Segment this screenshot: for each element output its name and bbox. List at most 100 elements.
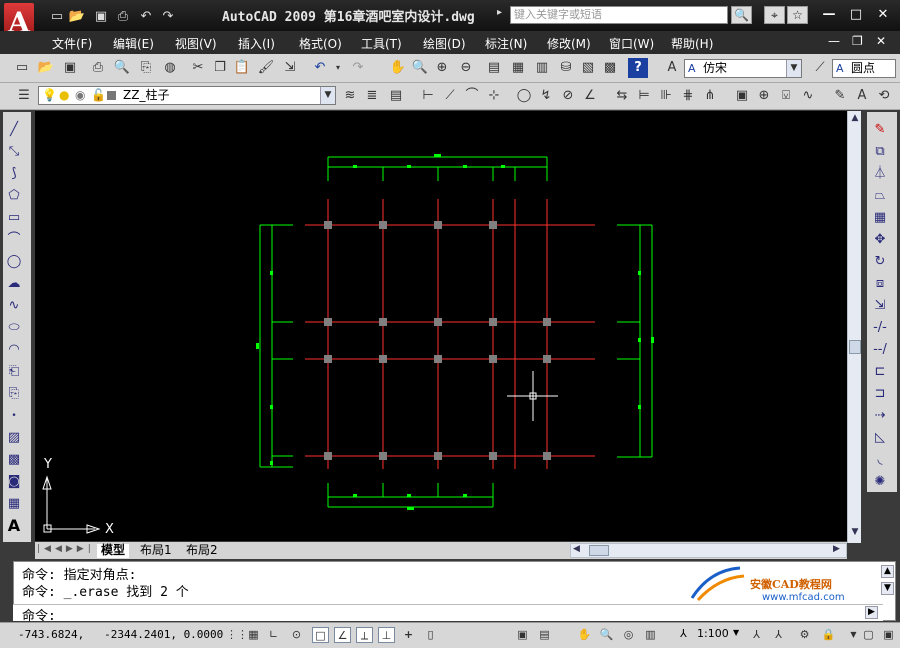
dynamic-input-icon[interactable]: ⊥ — [378, 627, 395, 643]
angular-dimension-icon[interactable]: ∠ — [580, 86, 600, 106]
menu-view[interactable]: 视图(V) — [175, 35, 217, 52]
aligned-dimension-icon[interactable]: ⟋ — [440, 86, 460, 106]
dimension-update-icon[interactable]: ⟲ — [874, 86, 894, 106]
vertical-scrollbar[interactable]: ▲ ▼ — [847, 111, 861, 543]
gradient-icon[interactable]: ▩ — [4, 450, 24, 470]
snap-mode-icon[interactable]: ⋮⋮ — [226, 627, 248, 643]
center-mark-icon[interactable]: ⊕ — [754, 86, 774, 106]
expand-arrow-icon[interactable]: ▸ — [497, 7, 502, 18]
trim-icon[interactable]: -/- — [870, 318, 890, 338]
menu-draw[interactable]: 绘图(D) — [423, 35, 466, 52]
ortho-mode-icon[interactable]: ∟ — [265, 627, 282, 643]
copy-object-icon[interactable]: ⧉ — [870, 142, 890, 162]
status-extra-icon[interactable]: ▣ — [880, 627, 897, 643]
search-icon[interactable]: 🔍 — [731, 6, 752, 24]
grid-display-icon[interactable]: ▦ — [245, 627, 262, 643]
text-style-select[interactable]: A 仿宋 ▼ — [684, 59, 802, 78]
arc-length-icon[interactable]: ⌒ — [462, 86, 482, 106]
toolbar-lock-icon[interactable]: 🔒 — [820, 627, 837, 643]
array-icon[interactable]: ▦ — [870, 208, 890, 228]
text-style-icon[interactable]: A — [662, 58, 682, 78]
layer-color-swatch[interactable] — [107, 91, 116, 100]
ellipse-icon[interactable]: ⬭ — [4, 318, 24, 338]
circle-icon[interactable]: ◯ — [4, 252, 24, 272]
markup-icon[interactable]: ▧ — [578, 58, 598, 78]
scroll-right-icon[interactable]: ▶ — [833, 544, 840, 554]
join-icon[interactable]: ⇢ — [870, 406, 890, 426]
redo-icon[interactable]: ↷ — [159, 9, 177, 25]
make-layer-current-icon[interactable]: ≋ — [340, 86, 360, 106]
make-block-icon[interactable]: ⎘ — [4, 384, 24, 404]
break-at-point-icon[interactable]: ⊏ — [870, 362, 890, 382]
cmd-scroll-down-icon[interactable]: ▼ — [881, 582, 894, 595]
dimension-edit-icon[interactable]: ✎ — [830, 86, 850, 106]
cursor-coordinates[interactable]: -743.6824, -2344.2401, 0.0000 — [18, 628, 223, 641]
design-center-icon[interactable]: ▦ — [508, 58, 528, 78]
table-icon[interactable]: ▦ — [4, 494, 24, 514]
move-icon[interactable]: ✥ — [870, 230, 890, 250]
help-search-input[interactable]: 键入关键字或短语 — [510, 6, 728, 24]
layer-previous-icon[interactable]: ≣ — [362, 86, 382, 106]
menu-insert[interactable]: 插入(I) — [238, 35, 275, 52]
ordinate-dimension-icon[interactable]: ⊹ — [484, 86, 504, 106]
undo-icon[interactable]: ↶ — [310, 58, 330, 78]
lineweight-icon[interactable]: + — [400, 627, 417, 643]
dim-style-icon[interactable]: ⟋ — [810, 58, 830, 78]
explode-icon[interactable]: ✺ — [870, 472, 890, 492]
chevron-down-icon[interactable]: ▼ — [320, 87, 335, 104]
diameter-dimension-icon[interactable]: ⊘ — [558, 86, 578, 106]
linear-dimension-icon[interactable]: ⊢ — [418, 86, 438, 106]
auto-scale-icon[interactable]: ⅄ — [770, 627, 787, 643]
object-snap-icon[interactable]: □ — [312, 627, 329, 643]
revision-cloud-icon[interactable]: ☁ — [4, 274, 24, 294]
block-editor-icon[interactable]: ⇲ — [280, 58, 300, 78]
scroll-left-icon[interactable]: ◀ — [573, 544, 580, 554]
redo-icon[interactable]: ↷ — [348, 58, 368, 78]
zoom-status-icon[interactable]: 🔍 — [598, 627, 615, 643]
window-minimize-button[interactable]: — — [818, 6, 840, 24]
layer-vp-freeze-icon[interactable]: ◉ — [75, 87, 85, 104]
break-icon[interactable]: ⊐ — [870, 384, 890, 404]
arc-icon[interactable]: ⌒ — [4, 230, 24, 250]
save-icon[interactable]: ▣ — [60, 58, 80, 78]
workspace-switching-icon[interactable]: ⚙ — [796, 627, 813, 643]
ellipse-arc-icon[interactable]: ◠ — [4, 340, 24, 360]
scroll-up-icon[interactable]: ▲ — [849, 113, 861, 125]
scale-icon[interactable]: ⧈ — [870, 274, 890, 294]
showmotion-icon[interactable]: ▥ — [642, 627, 659, 643]
layer-freeze-sun-icon[interactable]: ● — [59, 87, 69, 104]
tab-layout2[interactable]: 布局2 — [186, 544, 218, 558]
chamfer-icon[interactable]: ◺ — [870, 428, 890, 448]
polygon-icon[interactable]: ⬠ — [4, 186, 24, 206]
cmd-scroll-up-icon[interactable]: ▲ — [881, 565, 894, 578]
quick-view-layouts-icon[interactable]: ▤ — [536, 627, 553, 643]
dynamic-ucs-icon[interactable]: ⟂ — [356, 627, 373, 643]
tab-model[interactable]: 模型 — [97, 544, 130, 558]
open-icon[interactable]: 📂 — [36, 58, 56, 78]
help-icon[interactable]: ? — [628, 58, 648, 78]
menu-tools[interactable]: 工具(T) — [361, 35, 402, 52]
zoom-window-icon[interactable]: ⊕ — [432, 58, 452, 78]
chevron-down-icon[interactable]: ▼ — [786, 60, 801, 77]
communication-center-icon[interactable]: ⌖ — [764, 6, 785, 24]
scroll-down-icon[interactable]: ▼ — [849, 527, 861, 539]
baseline-dimension-icon[interactable]: ⊨ — [634, 86, 654, 106]
layer-select[interactable]: 💡 ● ◉ 🔓 ZZ_柱子 ▼ — [38, 86, 336, 105]
menu-modify[interactable]: 修改(M) — [547, 35, 591, 52]
doc-minimize-button[interactable]: — — [828, 34, 840, 48]
rectangle-icon[interactable]: ▭ — [4, 208, 24, 228]
point-icon[interactable]: • — [4, 406, 24, 426]
polyline-icon[interactable]: ⟆ — [4, 164, 24, 184]
inspection-icon[interactable]: ⍌ — [776, 86, 796, 106]
layer-states-icon[interactable]: ▤ — [386, 86, 406, 106]
qnew-icon[interactable]: ▭ — [12, 58, 32, 78]
hscroll-thumb[interactable] — [589, 545, 609, 556]
doc-restore-button[interactable]: ❐ — [852, 34, 863, 48]
layer-on-bulb-icon[interactable]: 💡 — [42, 87, 57, 104]
steering-wheel-icon[interactable]: ◎ — [620, 627, 637, 643]
spline-icon[interactable]: ∿ — [4, 296, 24, 316]
zoom-realtime-icon[interactable]: 🔍 — [410, 58, 430, 78]
menu-edit[interactable]: 编辑(E) — [113, 35, 154, 52]
paste-icon[interactable]: 📋 — [232, 58, 252, 78]
hatch-icon[interactable]: ▨ — [4, 428, 24, 448]
